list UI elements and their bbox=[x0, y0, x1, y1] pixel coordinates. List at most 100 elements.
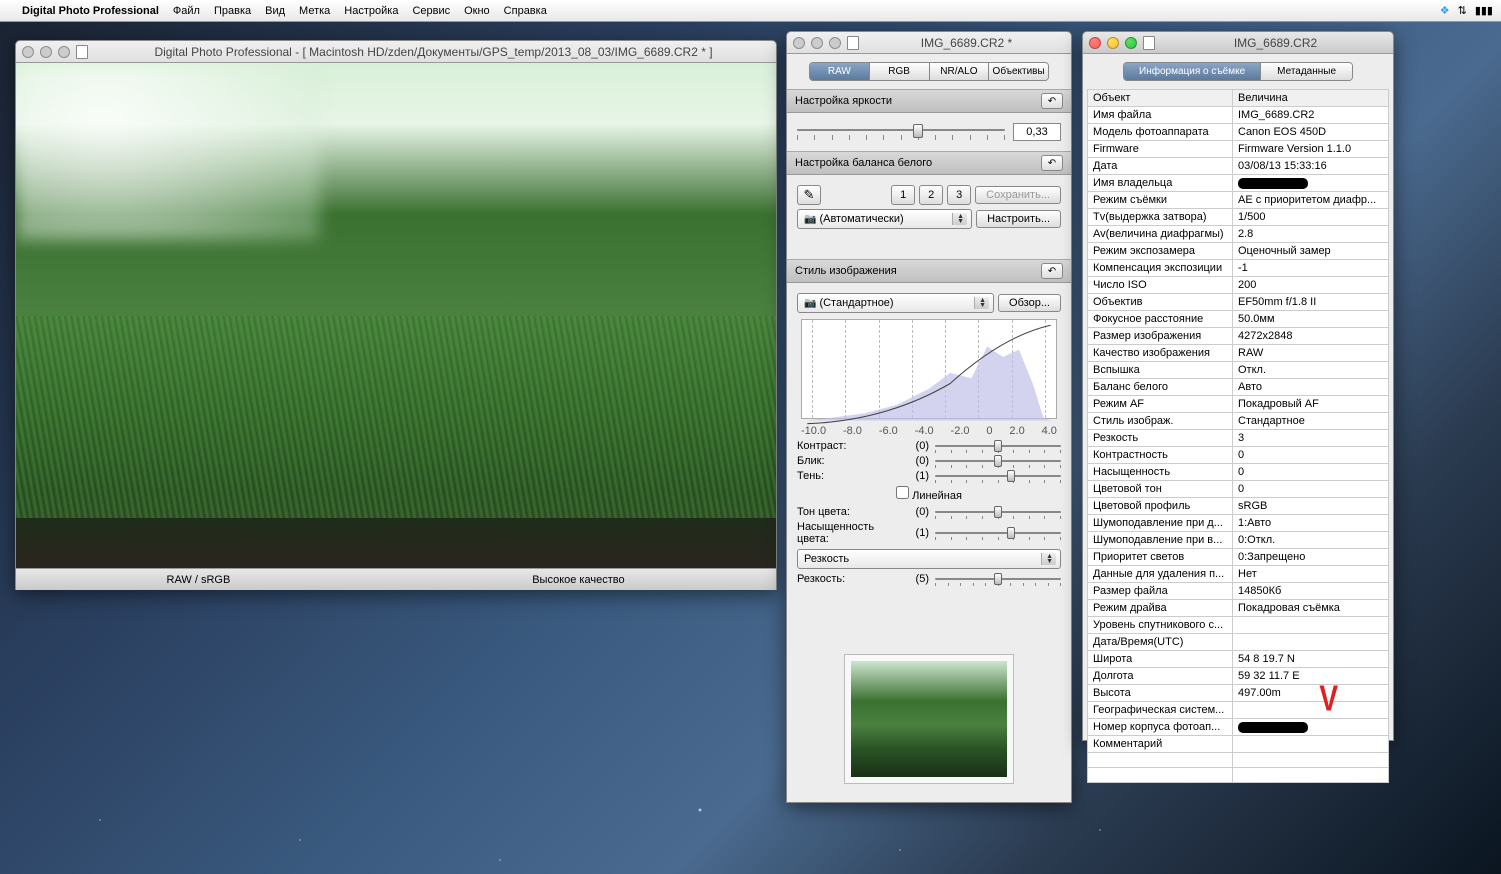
sharpness-mode-dropdown[interactable]: Резкость▲▼ bbox=[797, 549, 1061, 569]
info-row-value: 59 32 11.7 E bbox=[1233, 668, 1389, 685]
picstyle-header: Стиль изображения ↶ bbox=[787, 259, 1071, 283]
saturation-slider[interactable] bbox=[935, 527, 1061, 539]
menu-adjust[interactable]: Настройка bbox=[344, 5, 398, 17]
menubar: Digital Photo Professional Файл Правка В… bbox=[0, 0, 1501, 22]
dropbox-menulet-icon[interactable]: ❖ bbox=[1440, 4, 1450, 17]
tone-slider[interactable] bbox=[935, 506, 1061, 518]
wb-reset-button[interactable]: ↶ bbox=[1041, 155, 1063, 171]
info-titlebar[interactable]: IMG_6689.CR2 bbox=[1083, 32, 1393, 54]
status-quality: Высокое качество bbox=[381, 574, 776, 586]
picstyle-browse-button[interactable]: Обзор... bbox=[998, 294, 1061, 312]
app-name[interactable]: Digital Photo Professional bbox=[22, 5, 159, 17]
info-row-key: Высота bbox=[1088, 685, 1233, 702]
info-row-key: Дата bbox=[1088, 158, 1233, 175]
zoom-icon[interactable] bbox=[829, 37, 841, 49]
updown-menulet-icon[interactable]: ⇅ bbox=[1458, 4, 1467, 17]
wb-save-button[interactable]: Сохранить... bbox=[975, 186, 1061, 204]
histogram bbox=[801, 319, 1057, 419]
picstyle-label: Стиль изображения bbox=[795, 265, 897, 277]
tab-nralo[interactable]: NR/ALO bbox=[930, 63, 990, 80]
picstyle-reset-button[interactable]: ↶ bbox=[1041, 263, 1063, 279]
brightness-slider[interactable] bbox=[797, 124, 1005, 140]
contrast-slider[interactable] bbox=[935, 440, 1061, 452]
info-row-key: Объектив bbox=[1088, 294, 1233, 311]
tab-shooting-info[interactable]: Информация о съёмке bbox=[1124, 63, 1261, 80]
contrast-label: Контраст: bbox=[797, 440, 907, 452]
preview-image[interactable] bbox=[16, 63, 776, 568]
shadow-slider[interactable] bbox=[935, 470, 1061, 482]
thumbnail-panel bbox=[787, 654, 1071, 784]
info-row-value: 50.0мм bbox=[1233, 311, 1389, 328]
zoom-icon[interactable] bbox=[58, 46, 70, 58]
info-row-value: 200 bbox=[1233, 277, 1389, 294]
linear-checkbox[interactable] bbox=[896, 486, 909, 499]
menu-window[interactable]: Окно bbox=[464, 5, 490, 17]
info-row-key: Режим AF bbox=[1088, 396, 1233, 413]
menu-label[interactable]: Метка bbox=[299, 5, 330, 17]
info-row-key: Шумоподавление при д... bbox=[1088, 515, 1233, 532]
highlight-slider[interactable] bbox=[935, 455, 1061, 467]
minimize-icon[interactable] bbox=[40, 46, 52, 58]
menu-view[interactable]: Вид bbox=[265, 5, 285, 17]
menu-file[interactable]: Файл bbox=[173, 5, 200, 17]
info-row-value: Оценочный замер bbox=[1233, 243, 1389, 260]
info-row-value: 3 bbox=[1233, 430, 1389, 447]
wb-dropdown[interactable]: (Автоматически)▲▼ bbox=[797, 209, 972, 229]
document-icon bbox=[1143, 36, 1155, 50]
tab-lens[interactable]: Объективы bbox=[989, 63, 1048, 80]
tool-titlebar[interactable]: IMG_6689.CR2 * bbox=[787, 32, 1071, 54]
document-icon bbox=[76, 45, 88, 59]
info-tabs: Информация о съёмке Метаданные bbox=[1123, 62, 1353, 81]
sharpness-slider[interactable] bbox=[935, 573, 1061, 585]
brightness-reset-button[interactable]: ↶ bbox=[1041, 93, 1063, 109]
menu-help[interactable]: Справка bbox=[504, 5, 547, 17]
sharpness-value: (5) bbox=[907, 573, 929, 585]
thumbnail[interactable] bbox=[844, 654, 1014, 784]
info-row-value: IMG_6689.CR2 bbox=[1233, 107, 1389, 124]
wb-tune-button[interactable]: Настроить... bbox=[976, 210, 1061, 228]
red-annotation-arrow-icon: V bbox=[1319, 678, 1338, 720]
info-row-value: sRGB bbox=[1233, 498, 1389, 515]
tab-rgb[interactable]: RGB bbox=[870, 63, 930, 80]
brightness-value[interactable]: 0,33 bbox=[1013, 123, 1061, 141]
menu-edit[interactable]: Правка bbox=[214, 5, 251, 17]
info-row-key: Долгота bbox=[1088, 668, 1233, 685]
wb-preset-3-button[interactable]: 3 bbox=[947, 185, 971, 205]
close-icon[interactable] bbox=[22, 46, 34, 58]
close-icon[interactable] bbox=[793, 37, 805, 49]
info-row-value: 14850Кб bbox=[1233, 583, 1389, 600]
wb-preset-2-button[interactable]: 2 bbox=[919, 185, 943, 205]
info-table: ОбъектВеличина Имя файлаIMG_6689.CR2Моде… bbox=[1087, 89, 1389, 783]
tab-raw[interactable]: RAW bbox=[810, 63, 870, 80]
menu-service[interactable]: Сервис bbox=[412, 5, 450, 17]
picstyle-dropdown[interactable]: (Стандартное)▲▼ bbox=[797, 293, 994, 313]
info-row-key: Шумоподавление при в... bbox=[1088, 532, 1233, 549]
wb-eyedropper-button[interactable] bbox=[797, 185, 821, 205]
wb-preset-1-button[interactable]: 1 bbox=[891, 185, 915, 205]
preview-titlebar[interactable]: Digital Photo Professional - [ Macintosh… bbox=[16, 41, 776, 63]
close-icon[interactable] bbox=[1089, 37, 1101, 49]
info-row-key: Размер изображения bbox=[1088, 328, 1233, 345]
info-row-key: Контрастность bbox=[1088, 447, 1233, 464]
info-row-value: Откл. bbox=[1233, 362, 1389, 379]
info-row-key: Av(величина диафрагмы) bbox=[1088, 226, 1233, 243]
saturation-label: Насыщенность цвета: bbox=[797, 521, 907, 545]
minimize-icon[interactable] bbox=[1107, 37, 1119, 49]
tone-value: (0) bbox=[907, 506, 929, 518]
tool-title: IMG_6689.CR2 * bbox=[868, 36, 1065, 50]
zoom-icon[interactable] bbox=[1125, 37, 1137, 49]
info-row-key: Номер корпуса фотоап... bbox=[1088, 719, 1233, 736]
info-row-value: Canon EOS 450D bbox=[1233, 124, 1389, 141]
info-row-value bbox=[1233, 702, 1389, 719]
minimize-icon[interactable] bbox=[811, 37, 823, 49]
info-row-value: Авто bbox=[1233, 379, 1389, 396]
info-row-key: Дата/Время(UTC) bbox=[1088, 634, 1233, 651]
info-row-value: 0 bbox=[1233, 464, 1389, 481]
tab-metadata[interactable]: Метаданные bbox=[1261, 63, 1352, 80]
info-row-key: Компенсация экспозиции bbox=[1088, 260, 1233, 277]
info-row-value bbox=[1233, 175, 1389, 192]
wb-header: Настройка баланса белого ↶ bbox=[787, 151, 1071, 175]
battery-menulet-icon[interactable]: ▮▮▮ bbox=[1475, 4, 1493, 17]
info-row-key: Насыщенность bbox=[1088, 464, 1233, 481]
info-row-key: Режим съёмки bbox=[1088, 192, 1233, 209]
